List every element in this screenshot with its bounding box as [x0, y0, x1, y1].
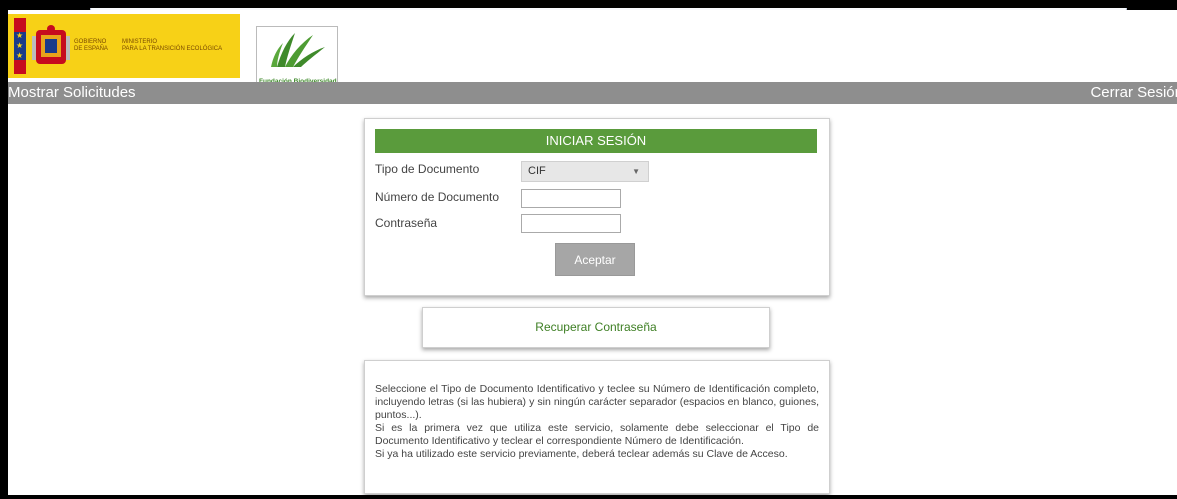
doc-number-input[interactable]: [521, 189, 621, 208]
chevron-down-icon: ▼: [632, 167, 640, 176]
screen-frame-bottom: [0, 495, 1177, 499]
fundacion-biodiversidad-logo[interactable]: Fundación Biodiversidad: [256, 26, 338, 86]
coat-of-arms-icon: [32, 25, 70, 64]
gov-label: GOBIERNO DE ESPAÑA: [74, 39, 108, 52]
doc-type-selected-value: CIF: [528, 165, 546, 177]
recover-password-card[interactable]: Recuperar Contraseña: [422, 307, 770, 348]
eu-flag-icon: ★ ★ ★: [14, 18, 26, 74]
instructions-card: Seleccione el Tipo de Documento Identifi…: [364, 360, 830, 494]
top-navbar: Mostrar Solicitudes Cerrar Sesión: [8, 82, 1177, 104]
ministry-label: MINISTERIO PARA LA TRANSICIÓN ECOLÓGICA: [122, 39, 223, 52]
grass-logo-icon: [271, 33, 325, 67]
instructions-paragraph: Seleccione el Tipo de Documento Identifi…: [375, 383, 819, 421]
screen-frame-left: [0, 0, 8, 499]
instructions-paragraph: Si es la primera vez que utiliza este se…: [375, 422, 819, 447]
instructions-paragraph: Si ya ha utilizado este servicio previam…: [375, 448, 788, 460]
password-label: Contraseña: [375, 216, 438, 230]
accept-button[interactable]: Aceptar: [555, 243, 635, 276]
government-logo[interactable]: ★ ★ ★ GOBIERNO DE ESPAÑA MINISTERIO PARA L…: [8, 14, 240, 78]
recover-password-link[interactable]: Recuperar Contraseña: [423, 308, 769, 347]
instructions-text: Seleccione el Tipo de Documento Identifi…: [375, 383, 819, 461]
doc-type-select[interactable]: CIF ▼: [521, 161, 649, 182]
show-requests-link[interactable]: Mostrar Solicitudes: [8, 82, 136, 104]
doc-type-label: Tipo de Documento: [375, 162, 480, 176]
logout-link[interactable]: Cerrar Sesión: [1090, 82, 1177, 104]
login-title: INICIAR SESIÓN: [375, 129, 817, 153]
doc-number-label: Número de Documento: [375, 190, 500, 204]
login-card: INICIAR SESIÓN Tipo de Documento CIF ▼ N…: [364, 118, 830, 296]
password-input[interactable]: [521, 214, 621, 233]
